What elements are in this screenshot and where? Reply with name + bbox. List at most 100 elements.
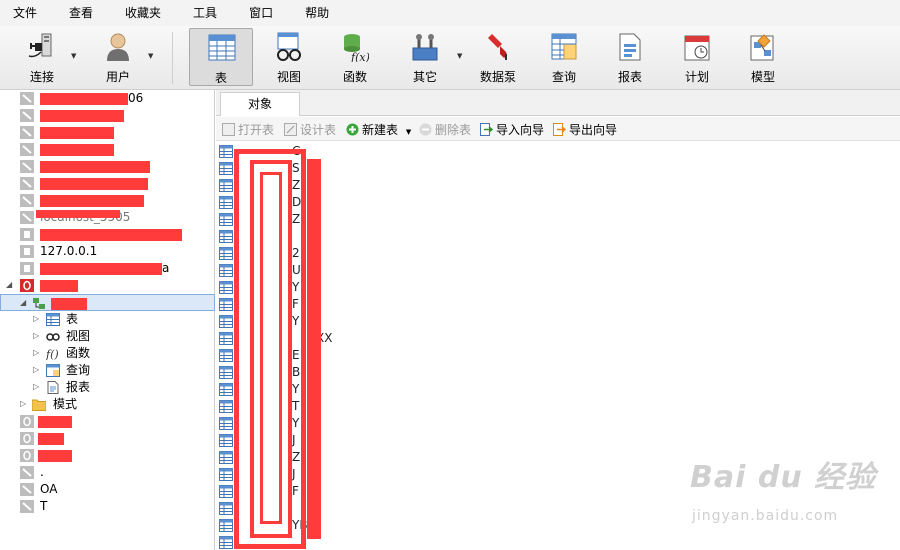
report-icon: [47, 381, 59, 394]
table-icon: [208, 34, 236, 61]
design-table-label: 设计表: [300, 123, 337, 137]
schedule-button[interactable]: 计划: [665, 28, 729, 86]
collapse-arrow-icon[interactable]: ◢: [20, 298, 26, 307]
expand-arrow-icon[interactable]: ▷: [33, 331, 39, 340]
connection-icon: [20, 211, 34, 224]
delete-table-label: 删除表: [435, 123, 472, 137]
redacted-text: [40, 178, 148, 190]
connection-icon: [20, 228, 34, 241]
tree-connection-item[interactable]: 06: [0, 90, 215, 107]
tree-item-label: 函数: [66, 346, 91, 360]
tree-connection-open[interactable]: ◢: [0, 277, 215, 294]
new-table-button[interactable]: 新建表 ▼: [346, 121, 411, 137]
object-table-row[interactable]: C: [216, 143, 900, 160]
view-glasses-icon: [46, 333, 60, 341]
tree-connection-item[interactable]: [0, 158, 215, 175]
user-dropdown-icon[interactable]: ▼: [148, 52, 153, 60]
tree-schemas-folder[interactable]: ▷ 模式: [0, 396, 215, 413]
other-button[interactable]: 其它: [393, 28, 457, 86]
tree-item-label: 报表: [66, 380, 91, 394]
expand-arrow-icon[interactable]: ▷: [33, 365, 39, 374]
connect-label: 连接: [29, 70, 54, 84]
menu-favorites[interactable]: 收藏夹: [112, 0, 174, 26]
open-table-icon: [222, 123, 235, 136]
menu-view[interactable]: 查看: [56, 0, 106, 26]
model-button[interactable]: 模型: [731, 28, 795, 86]
tree-connection-item[interactable]: [0, 447, 215, 464]
tree-reports-node[interactable]: ▷ 报表: [0, 379, 215, 396]
report-button[interactable]: 报表: [598, 28, 662, 86]
delete-table-button[interactable]: 删除表: [419, 121, 471, 137]
object-toolbar: 打开表 设计表 新建表 ▼ 删除表 导入向导 导出向导: [216, 117, 900, 141]
redacted-text: [38, 433, 64, 445]
new-table-dropdown-icon[interactable]: ▼: [406, 128, 411, 136]
svg-text:f(x): f(x): [350, 51, 369, 62]
tree-connection-item[interactable]: a: [0, 260, 215, 277]
expand-arrow-icon[interactable]: ▷: [33, 314, 39, 323]
tree-item-label: 视图: [66, 329, 91, 343]
tree-item-label: 查询: [66, 363, 91, 377]
design-table-button[interactable]: 设计表: [284, 121, 336, 137]
user-button[interactable]: 用户: [86, 28, 150, 86]
redacted-text: [40, 195, 144, 207]
tree-connection-item[interactable]: [0, 107, 215, 124]
data-pump-button[interactable]: 数据泵: [466, 28, 530, 86]
function-button[interactable]: f(x) 函数: [323, 28, 387, 86]
tree-connection-item[interactable]: [0, 192, 215, 209]
open-table-button[interactable]: 打开表: [222, 121, 274, 137]
tree-schema-item[interactable]: ◢: [0, 294, 215, 311]
connection-icon: [20, 143, 34, 156]
tree-item-label: T: [40, 499, 48, 513]
connection-icon: [20, 449, 34, 462]
connection-icon: [20, 92, 34, 105]
tree-views-node[interactable]: ▷ 视图: [0, 328, 215, 345]
query-button[interactable]: 查询: [532, 28, 596, 86]
tree-queries-node[interactable]: ▷ 查询: [0, 362, 215, 379]
table-icon: [219, 230, 233, 243]
menu-file[interactable]: 文件: [0, 0, 50, 26]
tree-connection-item[interactable]: OA: [0, 481, 215, 498]
menu-window[interactable]: 窗口: [236, 0, 286, 26]
tree-connection-item[interactable]: localhost_5505: [0, 209, 215, 226]
data-pump-icon: [488, 34, 507, 60]
tree-item-label: 表: [66, 312, 79, 326]
expand-arrow-icon[interactable]: ▷: [20, 399, 26, 408]
main-toolbar: 连接 ▼ 用户 ▼ 表 视图 f(x) 函数 其它 ▼ 数据泵 查询 报表 计划…: [0, 26, 900, 90]
other-dropdown-icon[interactable]: ▼: [457, 52, 462, 60]
import-wizard-button[interactable]: 导入向导: [480, 121, 544, 137]
tree-connection-item[interactable]: [0, 430, 215, 447]
tree-item-label: .: [40, 465, 44, 479]
tree-connection-item[interactable]: [0, 124, 215, 141]
menu-help[interactable]: 帮助: [292, 0, 342, 26]
connect-button[interactable]: 连接: [10, 28, 74, 86]
tree-functions-node[interactable]: ▷ f() 函数: [0, 345, 215, 362]
table-icon: [219, 315, 233, 328]
tree-connection-item[interactable]: [0, 413, 215, 430]
report-icon: [619, 33, 641, 61]
tree-connection-item[interactable]: T: [0, 498, 215, 515]
tree-connection-item[interactable]: [0, 141, 215, 158]
table-icon: [219, 247, 233, 260]
tree-connection-item[interactable]: .: [0, 464, 215, 481]
table-icon: [219, 145, 233, 158]
connect-dropdown-icon[interactable]: ▼: [71, 52, 76, 60]
table-icon: [219, 349, 233, 362]
menu-tools[interactable]: 工具: [180, 0, 230, 26]
table-icon: [219, 332, 233, 345]
tree-connection-item[interactable]: [0, 175, 215, 192]
table-icon: [219, 196, 233, 209]
redacted-text: [40, 229, 182, 241]
view-button[interactable]: 视图: [257, 28, 321, 86]
export-wizard-button[interactable]: 导出向导: [553, 121, 617, 137]
collapse-arrow-icon[interactable]: ◢: [6, 280, 12, 289]
tree-tables-node[interactable]: ▷ 表: [0, 311, 215, 328]
expand-arrow-icon[interactable]: ▷: [33, 348, 39, 357]
expand-arrow-icon[interactable]: ▷: [33, 382, 39, 391]
redacted-text: [40, 110, 124, 122]
connection-icon: [20, 109, 34, 122]
user-label: 用户: [105, 70, 130, 84]
table-button[interactable]: 表: [189, 28, 253, 86]
tree-connection-item[interactable]: 127.0.0.1: [0, 243, 215, 260]
tab-objects[interactable]: 对象: [220, 92, 300, 116]
tree-connection-item[interactable]: [0, 226, 215, 243]
